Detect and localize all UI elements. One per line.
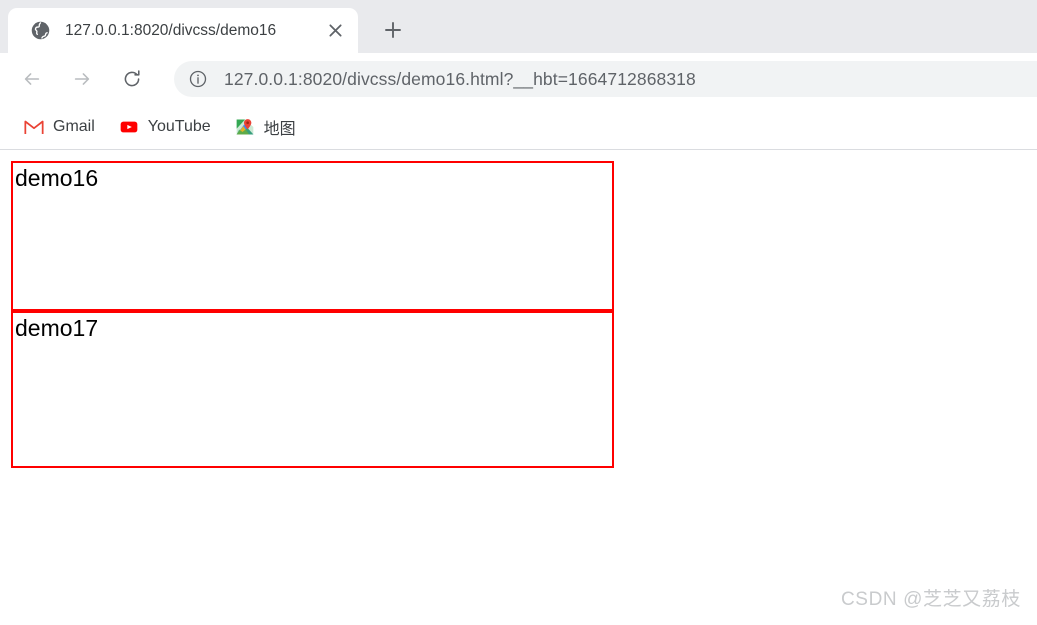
demo-box-2-text: demo17	[15, 315, 99, 341]
browser-window: 127.0.0.1:8020/divcss/demo16 127.0.0.1:8…	[0, 0, 1037, 625]
bookmark-youtube[interactable]: YouTube	[111, 112, 219, 142]
new-tab-button[interactable]	[376, 13, 410, 47]
reload-button[interactable]	[114, 61, 150, 97]
back-button[interactable]	[14, 61, 50, 97]
bookmark-label: 地图	[263, 121, 296, 138]
csdn-watermark: CSDN @芝芝又荔枝	[840, 589, 1021, 610]
gmail-icon	[24, 117, 44, 137]
bookmarks-bar: Gmail YouTube 地图	[0, 105, 1037, 150]
info-circle-icon[interactable]	[188, 69, 208, 89]
address-bar-url: 127.0.0.1:8020/divcss/demo16.html?__hbt=…	[224, 68, 696, 89]
globe-icon	[30, 20, 51, 41]
tab-title: 127.0.0.1:8020/divcss/demo16	[65, 21, 277, 39]
youtube-icon	[119, 117, 139, 137]
browser-toolbar: 127.0.0.1:8020/divcss/demo16.html?__hbt=…	[0, 53, 1037, 105]
bookmark-label: YouTube	[147, 118, 211, 135]
close-icon[interactable]	[320, 16, 350, 46]
tab-strip: 127.0.0.1:8020/divcss/demo16	[0, 0, 1037, 53]
google-maps-icon	[235, 117, 255, 137]
demo-box-2: demo17	[11, 311, 614, 468]
address-bar[interactable]: 127.0.0.1:8020/divcss/demo16.html?__hbt=…	[174, 61, 1037, 97]
bookmark-maps[interactable]: 地图	[227, 112, 304, 142]
demo-box-1-text: demo16	[15, 165, 99, 191]
bookmark-gmail[interactable]: Gmail	[16, 112, 103, 142]
forward-button[interactable]	[64, 61, 100, 97]
demo-box-1: demo16	[11, 161, 614, 311]
page-viewport: demo16 demo17 CSDN @芝芝又荔枝	[0, 150, 1037, 625]
browser-tab-active[interactable]: 127.0.0.1:8020/divcss/demo16	[8, 8, 358, 53]
bookmark-label: Gmail	[53, 118, 95, 135]
